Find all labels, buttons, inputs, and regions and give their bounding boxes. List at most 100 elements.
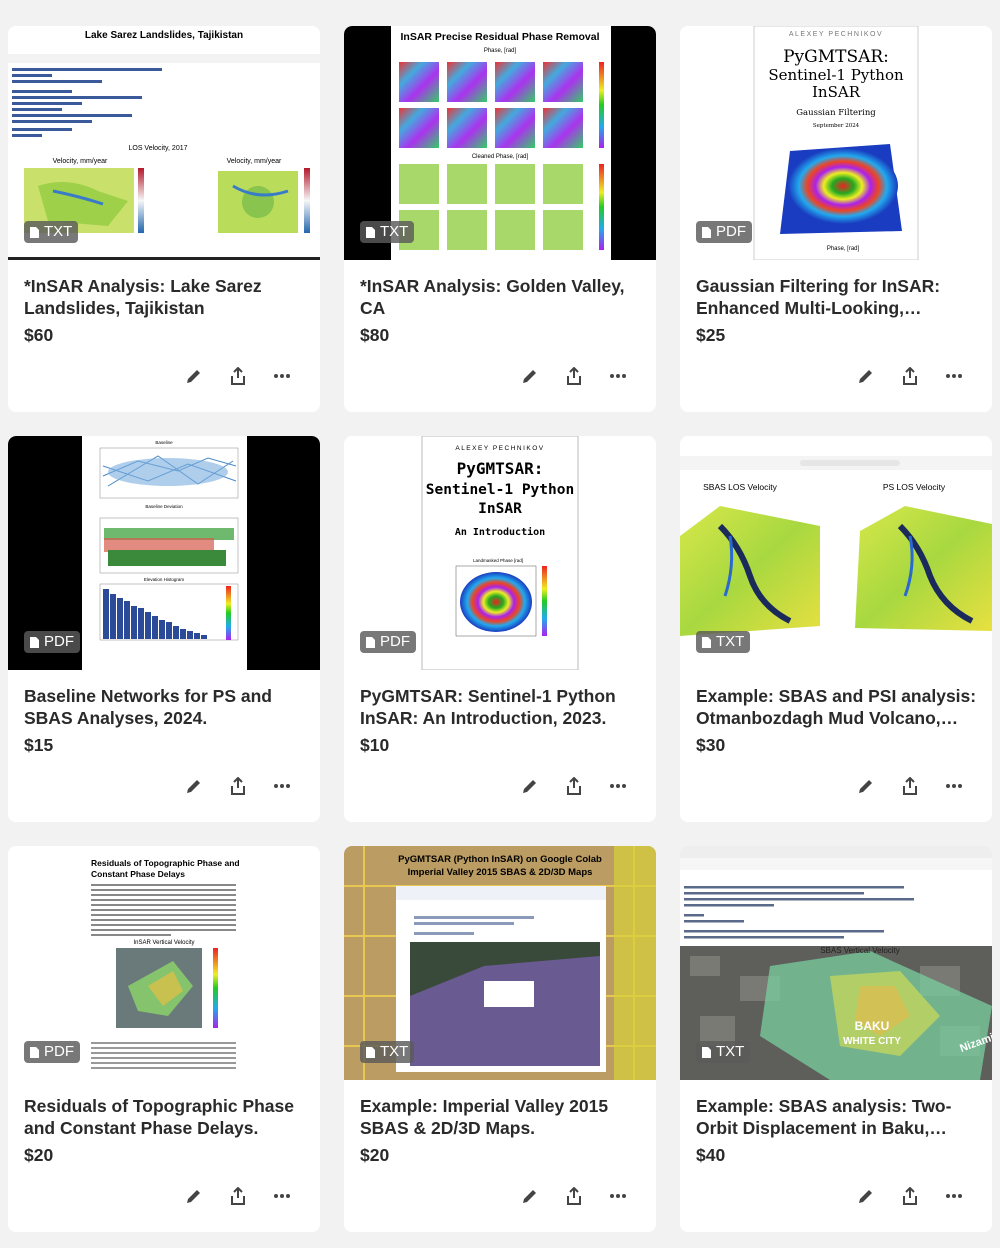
product-card[interactable]: ALEXEY PECHNIKOV PyGMTSAR: Sentinel-1 Py…	[344, 436, 656, 822]
card-actions	[516, 1184, 632, 1208]
card-actions	[516, 364, 632, 388]
file-icon	[366, 636, 375, 648]
product-card[interactable]: Lake Sarez Landslides, Tajikistan LOS Ve…	[8, 26, 320, 412]
product-title[interactable]: Example: SBAS analysis: Two-Orbit Displa…	[696, 1095, 980, 1139]
product-price: $30	[696, 735, 726, 755]
product-thumbnail[interactable]: Residuals of Topographic Phase and Const…	[8, 846, 320, 1080]
svg-text:Sentinel-1 Python: Sentinel-1 Python	[768, 66, 904, 84]
thumb-subtitle: LOS Velocity, 2017	[128, 145, 187, 152]
product-title[interactable]: PyGMTSAR: Sentinel-1 Python InSAR: An In…	[360, 685, 644, 729]
thumb-heading: Lake Sarez Landslides, Tajikistan	[85, 30, 243, 41]
pencil-icon[interactable]	[516, 364, 544, 388]
product-title[interactable]: Example: SBAS and PSI analysis: Otmanboz…	[696, 685, 980, 729]
svg-text:SBAS LOS Velocity: SBAS LOS Velocity	[703, 482, 777, 492]
file-type-badge: PDF	[360, 631, 416, 653]
product-price: $20	[360, 1145, 390, 1165]
product-price: $60	[24, 325, 54, 345]
product-card[interactable]: ALEXEY PECHNIKOV PyGMTSAR: Sentinel-1 Py…	[680, 26, 992, 412]
product-card[interactable]: SBAS LOS Velocity PS LOS Velocity TXT Ex…	[680, 436, 992, 822]
product-thumbnail[interactable]: Lake Sarez Landslides, Tajikistan LOS Ve…	[8, 26, 320, 260]
product-title[interactable]: *InSAR Analysis: Golden Valley, CA	[360, 275, 644, 319]
product-title[interactable]: Gaussian Filtering for InSAR: Enhanced M…	[696, 275, 980, 319]
file-type-badge: TXT	[24, 221, 79, 243]
pencil-icon[interactable]	[852, 364, 880, 388]
card-actions	[516, 774, 632, 798]
svg-text:ALEXEY PECHNIKOV: ALEXEY PECHNIKOV	[789, 31, 883, 38]
file-type-badge: TXT	[696, 631, 751, 653]
svg-text:Residuals of Topographic Phase: Residuals of Topographic Phase and	[91, 858, 240, 868]
product-thumbnail[interactable]: Baseline Baseline Deviation Elevation Hi…	[8, 436, 320, 670]
svg-text:An Introduction: An Introduction	[455, 526, 545, 538]
product-price: $20	[24, 1145, 54, 1165]
product-title[interactable]: *InSAR Analysis: Lake Sarez Landslides, …	[24, 275, 308, 319]
more-icon[interactable]	[604, 364, 632, 388]
svg-text:Cleaned Phase, [rad]: Cleaned Phase, [rad]	[472, 154, 529, 160]
svg-text:BAKU: BAKU	[855, 1019, 890, 1033]
product-title[interactable]: Example: Imperial Valley 2015 SBAS & 2D/…	[360, 1095, 644, 1139]
svg-text:Baseline: Baseline	[155, 440, 173, 445]
product-price: $80	[360, 325, 390, 345]
svg-text:ALEXEY PECHNIKOV: ALEXEY PECHNIKOV	[455, 445, 544, 452]
share-icon[interactable]	[560, 364, 588, 388]
more-icon[interactable]	[940, 1184, 968, 1208]
pencil-icon[interactable]	[180, 1184, 208, 1208]
file-type-badge: PDF	[696, 221, 752, 243]
file-type-badge: PDF	[24, 631, 80, 653]
product-card[interactable]: Baseline Baseline Deviation Elevation Hi…	[8, 436, 320, 822]
more-icon[interactable]	[268, 364, 296, 388]
svg-text:InSAR: InSAR	[812, 83, 861, 101]
share-icon[interactable]	[896, 774, 924, 798]
product-price: $25	[696, 325, 726, 345]
share-icon[interactable]	[896, 1184, 924, 1208]
pencil-icon[interactable]	[852, 1184, 880, 1208]
pencil-icon[interactable]	[180, 364, 208, 388]
share-icon[interactable]	[224, 1184, 252, 1208]
more-icon[interactable]	[940, 774, 968, 798]
card-actions	[852, 1184, 968, 1208]
share-icon[interactable]	[896, 364, 924, 388]
svg-text:PS LOS Velocity: PS LOS Velocity	[883, 482, 946, 492]
card-actions	[180, 364, 296, 388]
file-icon	[30, 636, 39, 648]
more-icon[interactable]	[940, 364, 968, 388]
product-price: $10	[360, 735, 390, 755]
pencil-icon[interactable]	[516, 774, 544, 798]
share-icon[interactable]	[224, 364, 252, 388]
share-icon[interactable]	[224, 774, 252, 798]
product-title[interactable]: Baseline Networks for PS and SBAS Analys…	[24, 685, 308, 729]
svg-text:Elevation Histogram: Elevation Histogram	[144, 577, 185, 582]
product-card[interactable]: PyGMTSAR (Python InSAR) on Google Colab …	[344, 846, 656, 1232]
pencil-icon[interactable]	[180, 774, 208, 798]
pencil-icon[interactable]	[516, 1184, 544, 1208]
product-thumbnail[interactable]: SBAS LOS Velocity PS LOS Velocity TXT	[680, 436, 992, 670]
share-icon[interactable]	[560, 774, 588, 798]
svg-text:Constant Phase Delays: Constant Phase Delays	[91, 869, 185, 879]
card-actions	[180, 774, 296, 798]
product-card[interactable]: InSAR Precise Residual Phase Removal Pha…	[344, 26, 656, 412]
card-actions	[852, 364, 968, 388]
file-type-badge: PDF	[24, 1041, 80, 1063]
product-thumbnail[interactable]: ALEXEY PECHNIKOV PyGMTSAR: Sentinel-1 Py…	[344, 436, 656, 670]
product-thumbnail[interactable]: ALEXEY PECHNIKOV PyGMTSAR: Sentinel-1 Py…	[680, 26, 992, 260]
more-icon[interactable]	[268, 774, 296, 798]
more-icon[interactable]	[604, 1184, 632, 1208]
file-type-badge: TXT	[360, 1041, 415, 1063]
svg-text:Phase, [rad]: Phase, [rad]	[827, 246, 860, 252]
more-icon[interactable]	[604, 774, 632, 798]
more-icon[interactable]	[268, 1184, 296, 1208]
svg-text:Baseline Deviation: Baseline Deviation	[145, 504, 183, 509]
product-thumbnail[interactable]: InSAR Precise Residual Phase Removal Pha…	[344, 26, 656, 260]
card-actions	[180, 1184, 296, 1208]
file-type-badge: TXT	[696, 1041, 751, 1063]
svg-text:Imperial Valley 2015 SBAS & 2D: Imperial Valley 2015 SBAS & 2D/3D Maps	[408, 867, 593, 878]
svg-text:Velocity, mm/year: Velocity, mm/year	[53, 158, 108, 165]
product-thumbnail[interactable]: PyGMTSAR (Python InSAR) on Google Colab …	[344, 846, 656, 1080]
product-card[interactable]: SBAS Vertical Velocity BAKU WHITE CITY N…	[680, 846, 992, 1232]
product-card[interactable]: Residuals of Topographic Phase and Const…	[8, 846, 320, 1232]
share-icon[interactable]	[560, 1184, 588, 1208]
svg-text:PyGMTSAR:: PyGMTSAR:	[457, 459, 544, 478]
product-title[interactable]: Residuals of Topographic Phase and Const…	[24, 1095, 308, 1139]
file-icon	[366, 226, 375, 238]
pencil-icon[interactable]	[852, 774, 880, 798]
product-thumbnail[interactable]: SBAS Vertical Velocity BAKU WHITE CITY N…	[680, 846, 992, 1080]
